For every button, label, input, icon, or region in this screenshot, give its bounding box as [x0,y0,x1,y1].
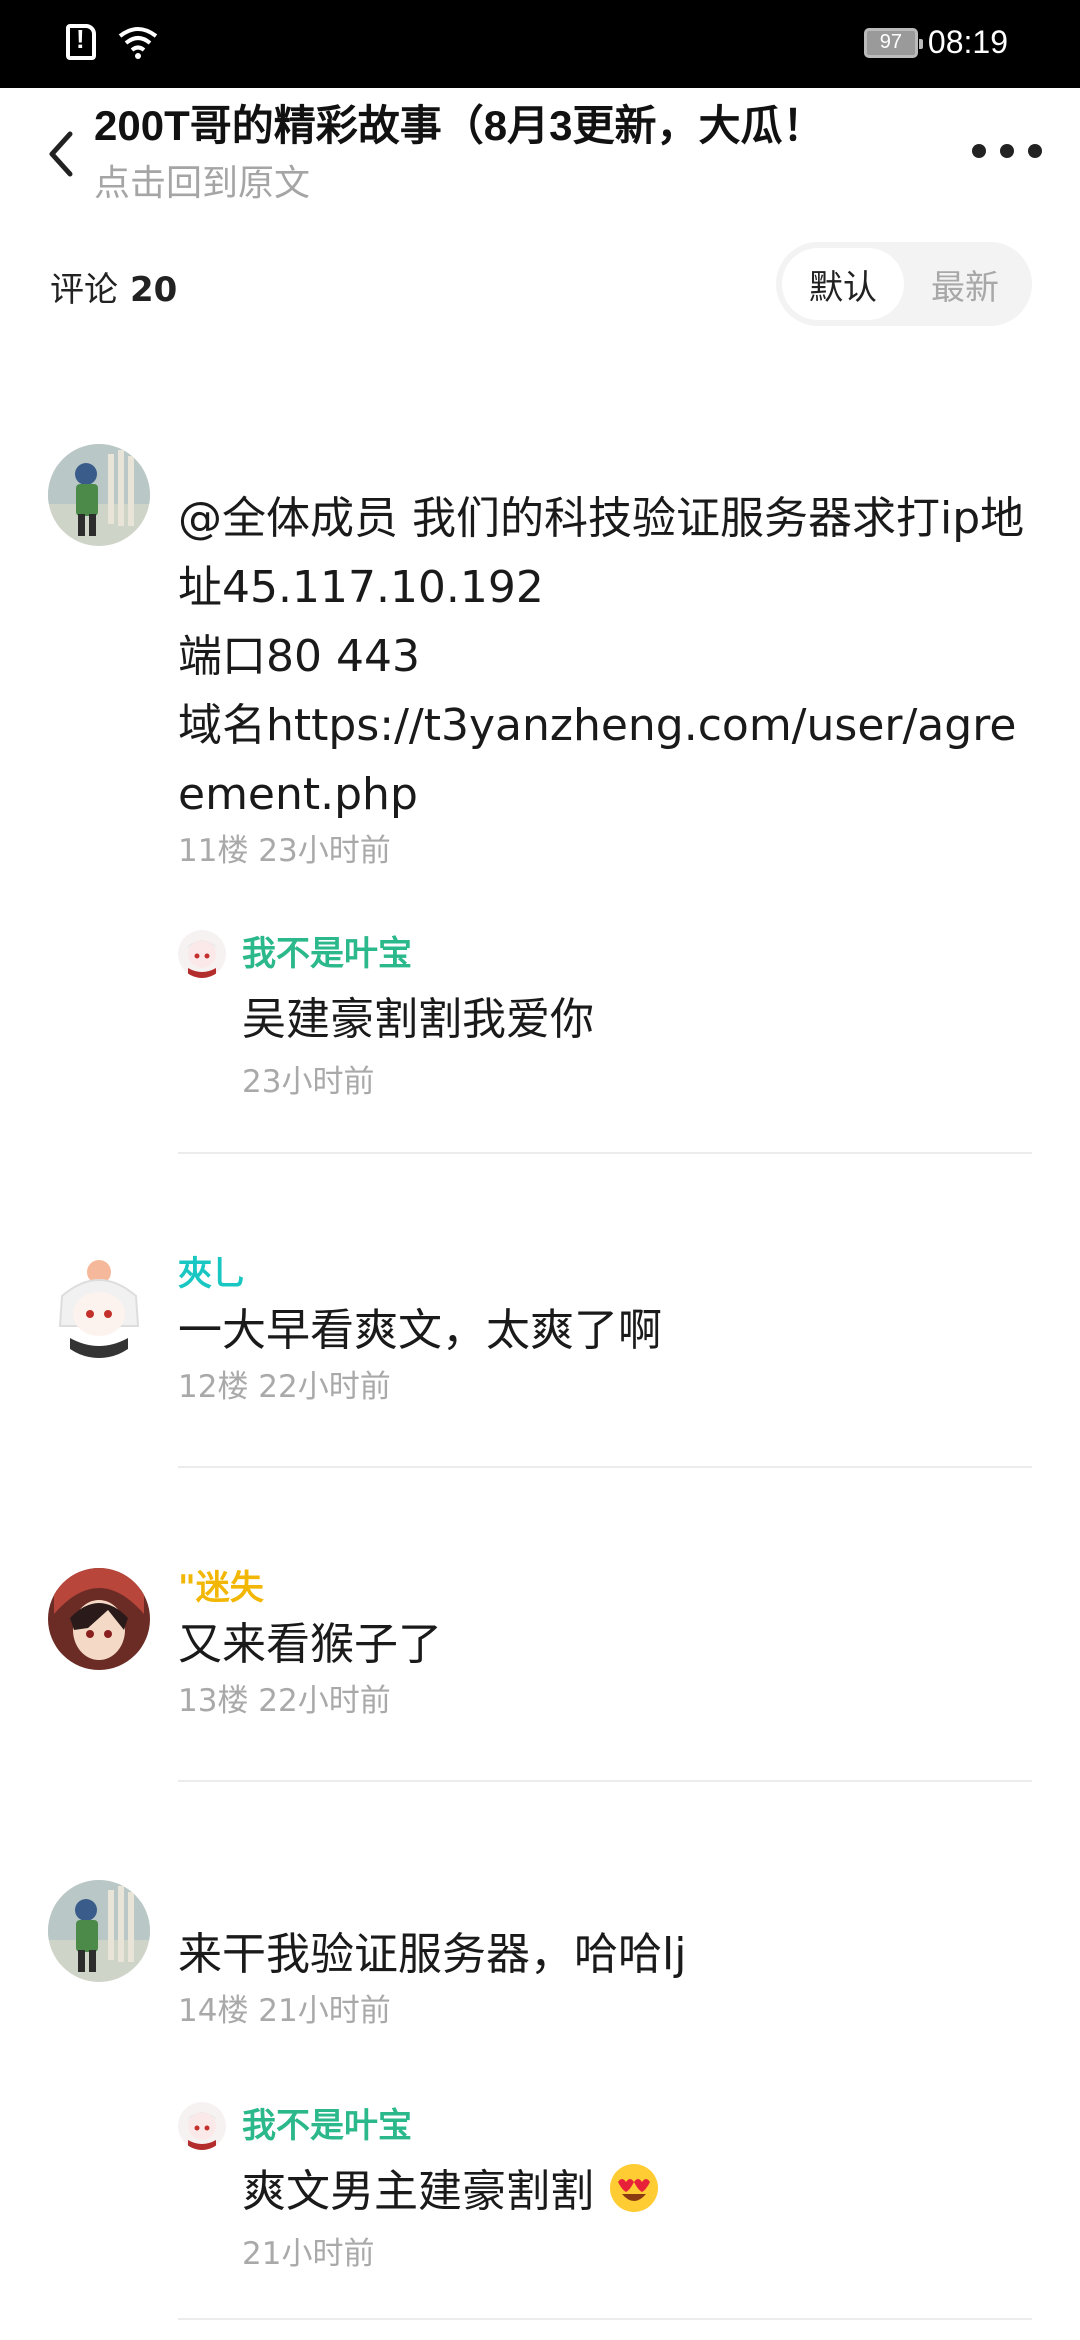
heart-eyes-emoji-icon [610,2164,658,2212]
battery-icon: 97 [863,27,923,58]
sort-toggle: 默认 最新 [776,242,1032,326]
reply-meta: 21小时前 [242,2236,375,2272]
wifi-icon [118,27,158,59]
comment-text: 来干我验证服务器，哈哈lj [178,1929,687,1980]
battery-level: 97 [879,31,903,53]
comment-count-value: 20 [130,270,178,310]
divider [178,2318,1032,2320]
reply-author[interactable]: 我不是叶宝 [242,2102,412,2150]
avatar[interactable] [48,1256,150,1358]
comment-meta: 12楼 22小时前 [178,1369,391,1405]
back-to-original-link[interactable]: 点击回到原文 [94,154,310,206]
commenter-name[interactable] [178,1876,1038,1920]
reply-avatar[interactable] [178,930,226,978]
comments-bar: 评论 20 默认 最新 [0,238,1080,328]
avatar[interactable] [48,444,150,546]
avatar[interactable] [48,1568,150,1670]
sort-default-tab[interactable]: 默认 [782,248,904,320]
comment-text: 一大早看爽文，太爽了啊 [178,1305,662,1356]
reply-text-wrap: 爽文男主建豪割割 [242,2162,660,2222]
comment-meta: 13楼 22小时前 [178,1683,391,1719]
commenter-name[interactable] [178,440,1038,484]
avatar[interactable] [48,1880,150,1982]
status-time: 08:19 [927,24,1008,60]
reply-meta: 23小时前 [242,1064,375,1100]
comment-meta: 11楼 23小时前 [178,833,391,869]
commenter-name[interactable]: "迷失 [178,1566,1038,1610]
more-options-icon[interactable] [972,144,1042,164]
commenter-name[interactable]: 夾乚 [178,1252,1038,1296]
page-title: 200T哥的精彩故事（8月3更新，大瓜！ [94,102,825,149]
divider [178,1152,1032,1154]
reply-text: 爽文男主建豪割割 [242,2166,594,2217]
comment-count-label: 评论 [50,270,118,310]
sim-alert-icon [66,24,96,60]
comment-meta: 14楼 21小时前 [178,1993,391,2029]
divider [178,1780,1032,1782]
header: 200T哥的精彩故事（8月3更新，大瓜！ 点击回到原文 [0,88,1080,218]
comment-text: 又来看猴子了 [178,1619,442,1670]
sort-latest-tab[interactable]: 最新 [904,248,1026,320]
reply-author[interactable]: 我不是叶宝 [242,930,412,978]
status-bar: 97 08:19 [0,0,1080,88]
comment-text: @全体成员 我们的科技验证服务器求打ip地址45.117.10.192 端口80… [178,493,1025,820]
back-arrow-icon[interactable] [40,124,84,184]
divider [178,1466,1032,1468]
reply-avatar[interactable] [178,2102,226,2150]
reply-text: 吴建豪割割我爱你 [242,994,594,1045]
comment-count: 评论 20 [50,262,177,311]
